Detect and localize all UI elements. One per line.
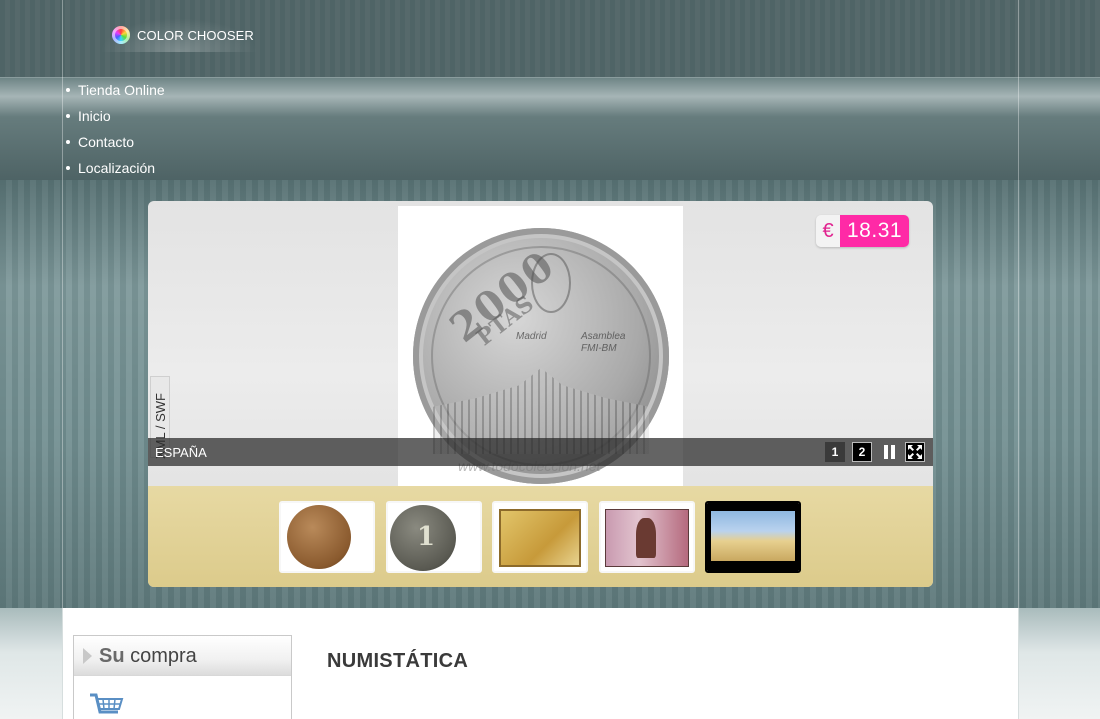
nav-item-tienda-online[interactable]: Tienda Online (64, 80, 165, 106)
thumbnail-strip: 1 (148, 486, 933, 587)
frame-line-right (1018, 0, 1019, 608)
frame-line-left (62, 0, 63, 608)
cart-box-header: Su compra (74, 636, 291, 676)
thumb-coin-copper[interactable] (279, 501, 375, 573)
thumb-coin-1-franc-image: 1 (390, 505, 456, 571)
main-nav: Tienda Online Inicio Contacto Localizaci… (64, 80, 165, 184)
shopping-cart-icon[interactable] (88, 692, 124, 719)
thumb-banknote-50[interactable] (599, 501, 695, 573)
pause-button[interactable] (879, 442, 899, 462)
coin-legend-left: Madrid (516, 331, 547, 342)
price-currency: € (816, 215, 840, 247)
thumb-phonecard[interactable] (705, 501, 801, 573)
thumb-coin-1-franc[interactable]: 1 (386, 501, 482, 573)
thumb-coin-copper-image (287, 505, 351, 569)
cart-box: Su compra (73, 635, 292, 719)
thumb-banknote-yellow-image (499, 509, 581, 567)
chevron-right-icon (83, 648, 92, 664)
coin-legend-right: Asamblea FMI-BM (581, 331, 625, 355)
slide-caption: ESPAÑA (155, 445, 207, 460)
nav-item-inicio[interactable]: Inicio (64, 106, 165, 132)
cart-box-title-rest: compra (124, 645, 197, 667)
page-1-button[interactable]: 1 (825, 442, 845, 462)
product-slideshow: 2000 PTAS Madrid Asamblea FMI-BM www.tod… (148, 201, 933, 587)
color-chooser-button[interactable]: COLOR CHOOSER (100, 18, 258, 52)
nav-item-contacto[interactable]: Contacto (64, 132, 165, 158)
color-chooser-label: COLOR CHOOSER (137, 27, 254, 43)
main-content: Su compra NUMISTÁTICA (62, 608, 1019, 719)
thumb-phonecard-image (707, 503, 799, 571)
thumb-coin-1-franc-value: 1 (417, 522, 436, 552)
price-badge: € 18.31 (816, 215, 910, 247)
coin-legend-right-line-2: FMI-BM (581, 343, 617, 354)
price-value: 18.31 (840, 215, 910, 247)
fullscreen-icon (908, 445, 922, 459)
pause-icon (883, 445, 888, 459)
cart-box-title-bold: Su (99, 645, 125, 667)
page-title: NUMISTÁTICA (327, 650, 469, 672)
thumb-banknote-50-image (605, 509, 689, 567)
cart-box-title: Su compra (99, 645, 197, 668)
coin-legend-right-line-1: Asamblea (581, 331, 626, 342)
thumb-banknote-yellow[interactable] (492, 501, 588, 573)
pause-icon-bar (890, 445, 895, 459)
fullscreen-button[interactable] (905, 442, 925, 462)
nav-item-localizacion[interactable]: Localización (64, 158, 165, 184)
slide-caption-bar: ESPAÑA 1 2 (148, 438, 933, 466)
color-wheel-icon (112, 26, 130, 44)
page-2-button[interactable]: 2 (852, 442, 872, 462)
nav-band (0, 77, 1100, 180)
